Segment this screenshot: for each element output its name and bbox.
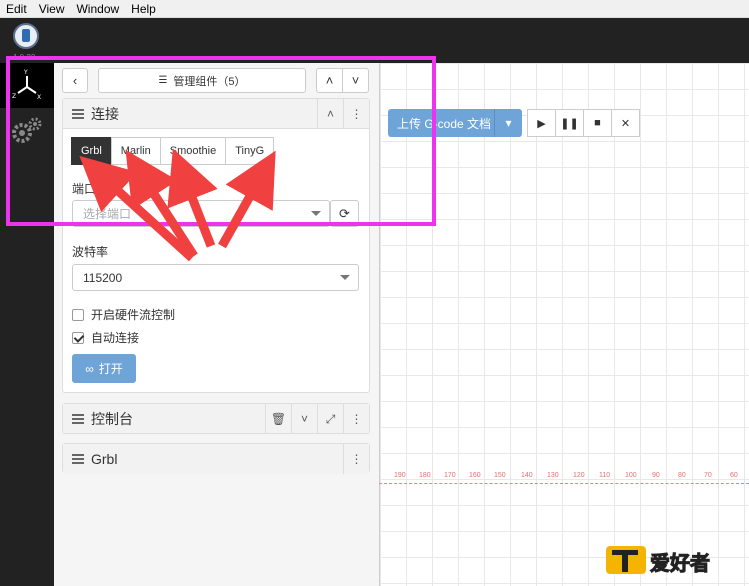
- ruler-tick: 190: [394, 472, 406, 479]
- top-bar: 1.0.22: [0, 18, 749, 63]
- auto-connect-label: 自动连接: [91, 331, 140, 345]
- flow-control-label: 开启硬件流控制: [91, 308, 176, 322]
- baud-rate-select[interactable]: 115200: [72, 264, 359, 291]
- link-icon: ∞: [85, 361, 94, 376]
- menu-view[interactable]: View: [33, 0, 71, 18]
- drag-handle-icon[interactable]: [72, 413, 84, 424]
- ruler-tick: 90: [652, 472, 660, 479]
- expand-icon[interactable]: ⤢: [317, 404, 343, 434]
- watermark-text: 爱好者: [650, 551, 710, 575]
- port-placeholder: 选择端口: [83, 207, 132, 221]
- menu-edit[interactable]: Edit: [0, 0, 33, 18]
- collapse-panel-button[interactable]: ‹: [62, 68, 88, 93]
- flow-control-option[interactable]: 开启硬件流控制: [72, 306, 175, 323]
- upload-gcode-button[interactable]: 上传 G-code 文档 ▾: [388, 109, 522, 137]
- chevron-left-icon: ‹: [72, 73, 78, 88]
- ruler-tick: 110: [599, 472, 611, 479]
- playback-controls: ▶ ❚❚ ■ ✕: [527, 109, 640, 137]
- caret-down-icon[interactable]: ▾: [494, 109, 522, 137]
- refresh-icon: ⟳: [339, 205, 350, 221]
- pause-icon[interactable]: ❚❚: [555, 109, 584, 137]
- more-vertical-icon[interactable]: ⋮: [343, 99, 369, 129]
- widget-manager-bar: ‹ ☰ 管理组件（5） ˄ ˅: [62, 68, 370, 94]
- tab-marlin[interactable]: Marlin: [110, 137, 161, 165]
- chevron-up-icon: ˄: [325, 73, 334, 88]
- grbl-header: Grbl ⋮: [63, 444, 369, 474]
- grbl-title: Grbl: [91, 451, 118, 467]
- tab-smoothie[interactable]: Smoothie: [159, 137, 227, 165]
- ruler-tick: 170: [444, 472, 456, 479]
- left-nav: Y Z X: [0, 63, 54, 586]
- auto-connect-option[interactable]: 自动连接: [72, 329, 139, 346]
- connection-header: 连接 ˄ ⋮: [63, 99, 369, 129]
- watermark-logo: 爱好者: [604, 540, 730, 578]
- svg-text:Z: Z: [12, 93, 16, 100]
- upload-label: 上传 G-code 文档: [397, 116, 492, 131]
- port-label: 端口: [72, 182, 97, 196]
- connection-title: 连接: [91, 105, 119, 122]
- tab-grbl[interactable]: Grbl: [71, 137, 112, 165]
- console-header: 控制台 🗑 ˅ ⤢ ⋮: [63, 404, 369, 434]
- svg-text:Y: Y: [23, 69, 28, 76]
- console-widget: 控制台 🗑 ˅ ⤢ ⋮: [62, 403, 370, 434]
- axes-icon[interactable]: Y Z X: [0, 63, 54, 108]
- chevron-down-icon: ˅: [351, 73, 360, 88]
- tab-tinyg[interactable]: TinyG: [225, 137, 275, 165]
- menu-bar: Edit View Window Help: [0, 0, 749, 18]
- ruler-tick: 70: [704, 472, 712, 479]
- scroll-up-button[interactable]: ˄: [316, 68, 343, 93]
- play-icon[interactable]: ▶: [527, 109, 556, 137]
- manage-widgets-button[interactable]: ☰ 管理组件（5）: [98, 68, 306, 93]
- menu-window[interactable]: Window: [70, 0, 125, 18]
- ruler-tick: 120: [573, 472, 585, 479]
- ruler-tick: 100: [625, 472, 637, 479]
- chevron-up-icon[interactable]: ˄: [317, 99, 343, 129]
- gear-icon[interactable]: [0, 108, 54, 153]
- ruler-tick: 180: [419, 472, 431, 479]
- drag-handle-icon[interactable]: [72, 108, 84, 119]
- workspace-ruler: 190 180 170 160 150 140 130 120 110 100 …: [379, 470, 749, 484]
- app-logo-icon: [13, 23, 39, 49]
- close-icon[interactable]: ✕: [611, 109, 640, 137]
- more-vertical-icon[interactable]: ⋮: [343, 444, 369, 474]
- stop-icon[interactable]: ■: [583, 109, 612, 137]
- scroll-down-button[interactable]: ˅: [342, 68, 369, 93]
- ruler-tick: 60: [730, 472, 738, 479]
- caret-down-icon: [340, 275, 350, 280]
- port-select[interactable]: 选择端口: [72, 200, 330, 227]
- auto-connect-checkbox[interactable]: [72, 331, 84, 344]
- firmware-tabs: Grbl Marlin Smoothie TinyG: [71, 137, 275, 165]
- ruler-tick: 140: [521, 472, 533, 479]
- baud-value: 115200: [83, 270, 123, 285]
- ruler-tick: 80: [678, 472, 686, 479]
- list-icon: ☰: [158, 75, 168, 86]
- open-label: 打开: [98, 362, 123, 376]
- svg-text:X: X: [37, 94, 41, 101]
- grbl-widget: Grbl ⋮: [62, 443, 370, 474]
- version-label: 1.0.22: [13, 53, 36, 62]
- caret-down-icon: [311, 211, 321, 216]
- ruler-tick: 130: [547, 472, 559, 479]
- more-vertical-icon[interactable]: ⋮: [343, 404, 369, 434]
- chevron-down-icon[interactable]: ˅: [291, 404, 317, 434]
- console-title: 控制台: [91, 410, 133, 427]
- visualizer-workspace[interactable]: [379, 63, 749, 586]
- drag-handle-icon[interactable]: [72, 454, 84, 464]
- manage-widgets-label: 管理组件（5）: [173, 75, 246, 88]
- menu-help[interactable]: Help: [125, 0, 162, 18]
- ruler-tick: 150: [494, 472, 506, 479]
- refresh-ports-button[interactable]: ⟳: [330, 200, 359, 227]
- baud-label: 波特率: [72, 245, 109, 259]
- trash-icon[interactable]: 🗑: [265, 404, 291, 434]
- ruler-tick: 160: [469, 472, 481, 479]
- flow-control-checkbox[interactable]: [72, 308, 84, 321]
- open-connection-button[interactable]: ∞ 打开: [72, 354, 136, 383]
